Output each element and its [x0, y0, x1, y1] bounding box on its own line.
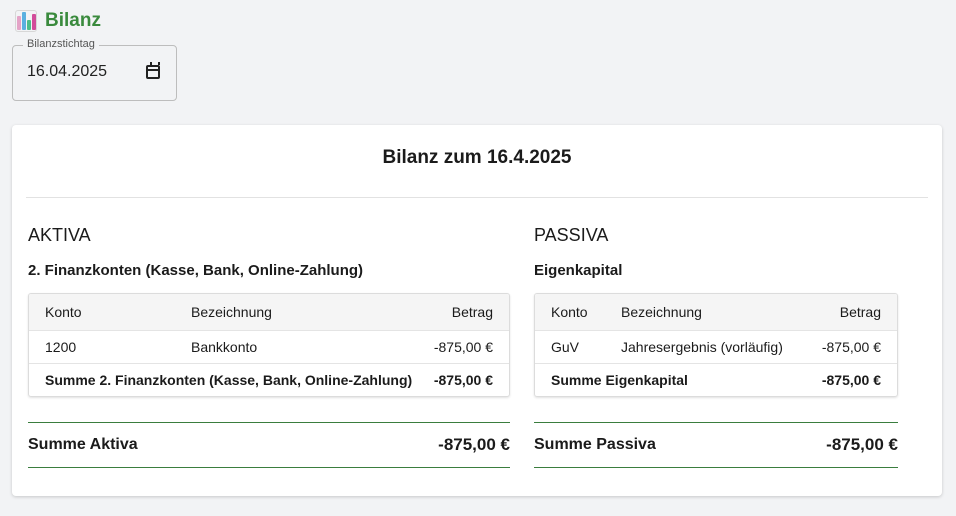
balance-date-label: Bilanzstichtag [23, 38, 99, 50]
aktiva-heading: AKTIVA [28, 225, 91, 245]
page-title: Bilanz [45, 10, 101, 31]
passiva-section: PASSIVA Eigenkapital Konto Bezeichnung B… [534, 225, 898, 468]
table-row: GuV Jahresergebnis (vorläufig) -875,00 € [535, 330, 897, 363]
sum-label: Summe 2. Finanzkonten (Kasse, Bank, Onli… [45, 372, 413, 388]
row-konto: GuV [551, 339, 580, 355]
total-value: -875,00 € [826, 435, 898, 454]
row-bezeichnung: Bankkonto [191, 339, 258, 355]
divider [26, 197, 928, 198]
table-header: Konto Bezeichnung Betrag [535, 294, 897, 330]
column-header-konto: Konto [551, 304, 588, 320]
row-betrag: -875,00 € [821, 339, 881, 355]
column-header-bezeichnung: Bezeichnung [621, 304, 702, 320]
table-sum-row: Summe 2. Finanzkonten (Kasse, Bank, Onli… [29, 363, 509, 396]
passiva-group-title: Eigenkapital [534, 262, 623, 279]
total-label: Summe Aktiva [28, 436, 138, 453]
total-value: -875,00 € [438, 435, 510, 454]
total-label: Summe Passiva [534, 436, 656, 453]
sum-value: -875,00 € [821, 372, 881, 388]
balance-sheet-card: Bilanz zum 16.4.2025 AKTIVA 2. Finanzkon… [12, 125, 942, 496]
column-header-bezeichnung: Bezeichnung [191, 304, 272, 320]
bar-chart-icon [15, 10, 37, 32]
column-header-betrag: Betrag [839, 304, 881, 320]
balance-date-field[interactable]: Bilanzstichtag 16.04.2025 [12, 38, 177, 101]
aktiva-table: Konto Bezeichnung Betrag 1200 Bankkonto … [28, 293, 510, 397]
passiva-heading: PASSIVA [534, 225, 609, 245]
column-header-konto: Konto [45, 304, 82, 320]
passiva-total: Summe Passiva -875,00 € [534, 422, 898, 468]
row-bezeichnung: Jahresergebnis (vorläufig) [621, 339, 783, 355]
table-row: 1200 Bankkonto -875,00 € [29, 330, 509, 363]
sum-value: -875,00 € [433, 372, 493, 388]
calendar-icon[interactable] [146, 62, 160, 79]
sum-label: Summe Eigenkapital [551, 372, 688, 388]
aktiva-total: Summe Aktiva -875,00 € [28, 422, 510, 468]
aktiva-group-title: 2. Finanzkonten (Kasse, Bank, Online-Zah… [28, 262, 364, 279]
balance-date-input[interactable]: 16.04.2025 [27, 63, 107, 81]
table-header: Konto Bezeichnung Betrag [29, 294, 509, 330]
page-header: Bilanz [15, 10, 101, 32]
row-konto: 1200 [45, 339, 77, 355]
report-title: Bilanz zum 16.4.2025 [382, 147, 572, 168]
row-betrag: -875,00 € [433, 339, 493, 355]
passiva-table: Konto Bezeichnung Betrag GuV Jahresergeb… [534, 293, 898, 397]
column-header-betrag: Betrag [451, 304, 493, 320]
table-sum-row: Summe Eigenkapital -875,00 € [535, 363, 897, 396]
aktiva-section: AKTIVA 2. Finanzkonten (Kasse, Bank, Onl… [28, 225, 510, 468]
